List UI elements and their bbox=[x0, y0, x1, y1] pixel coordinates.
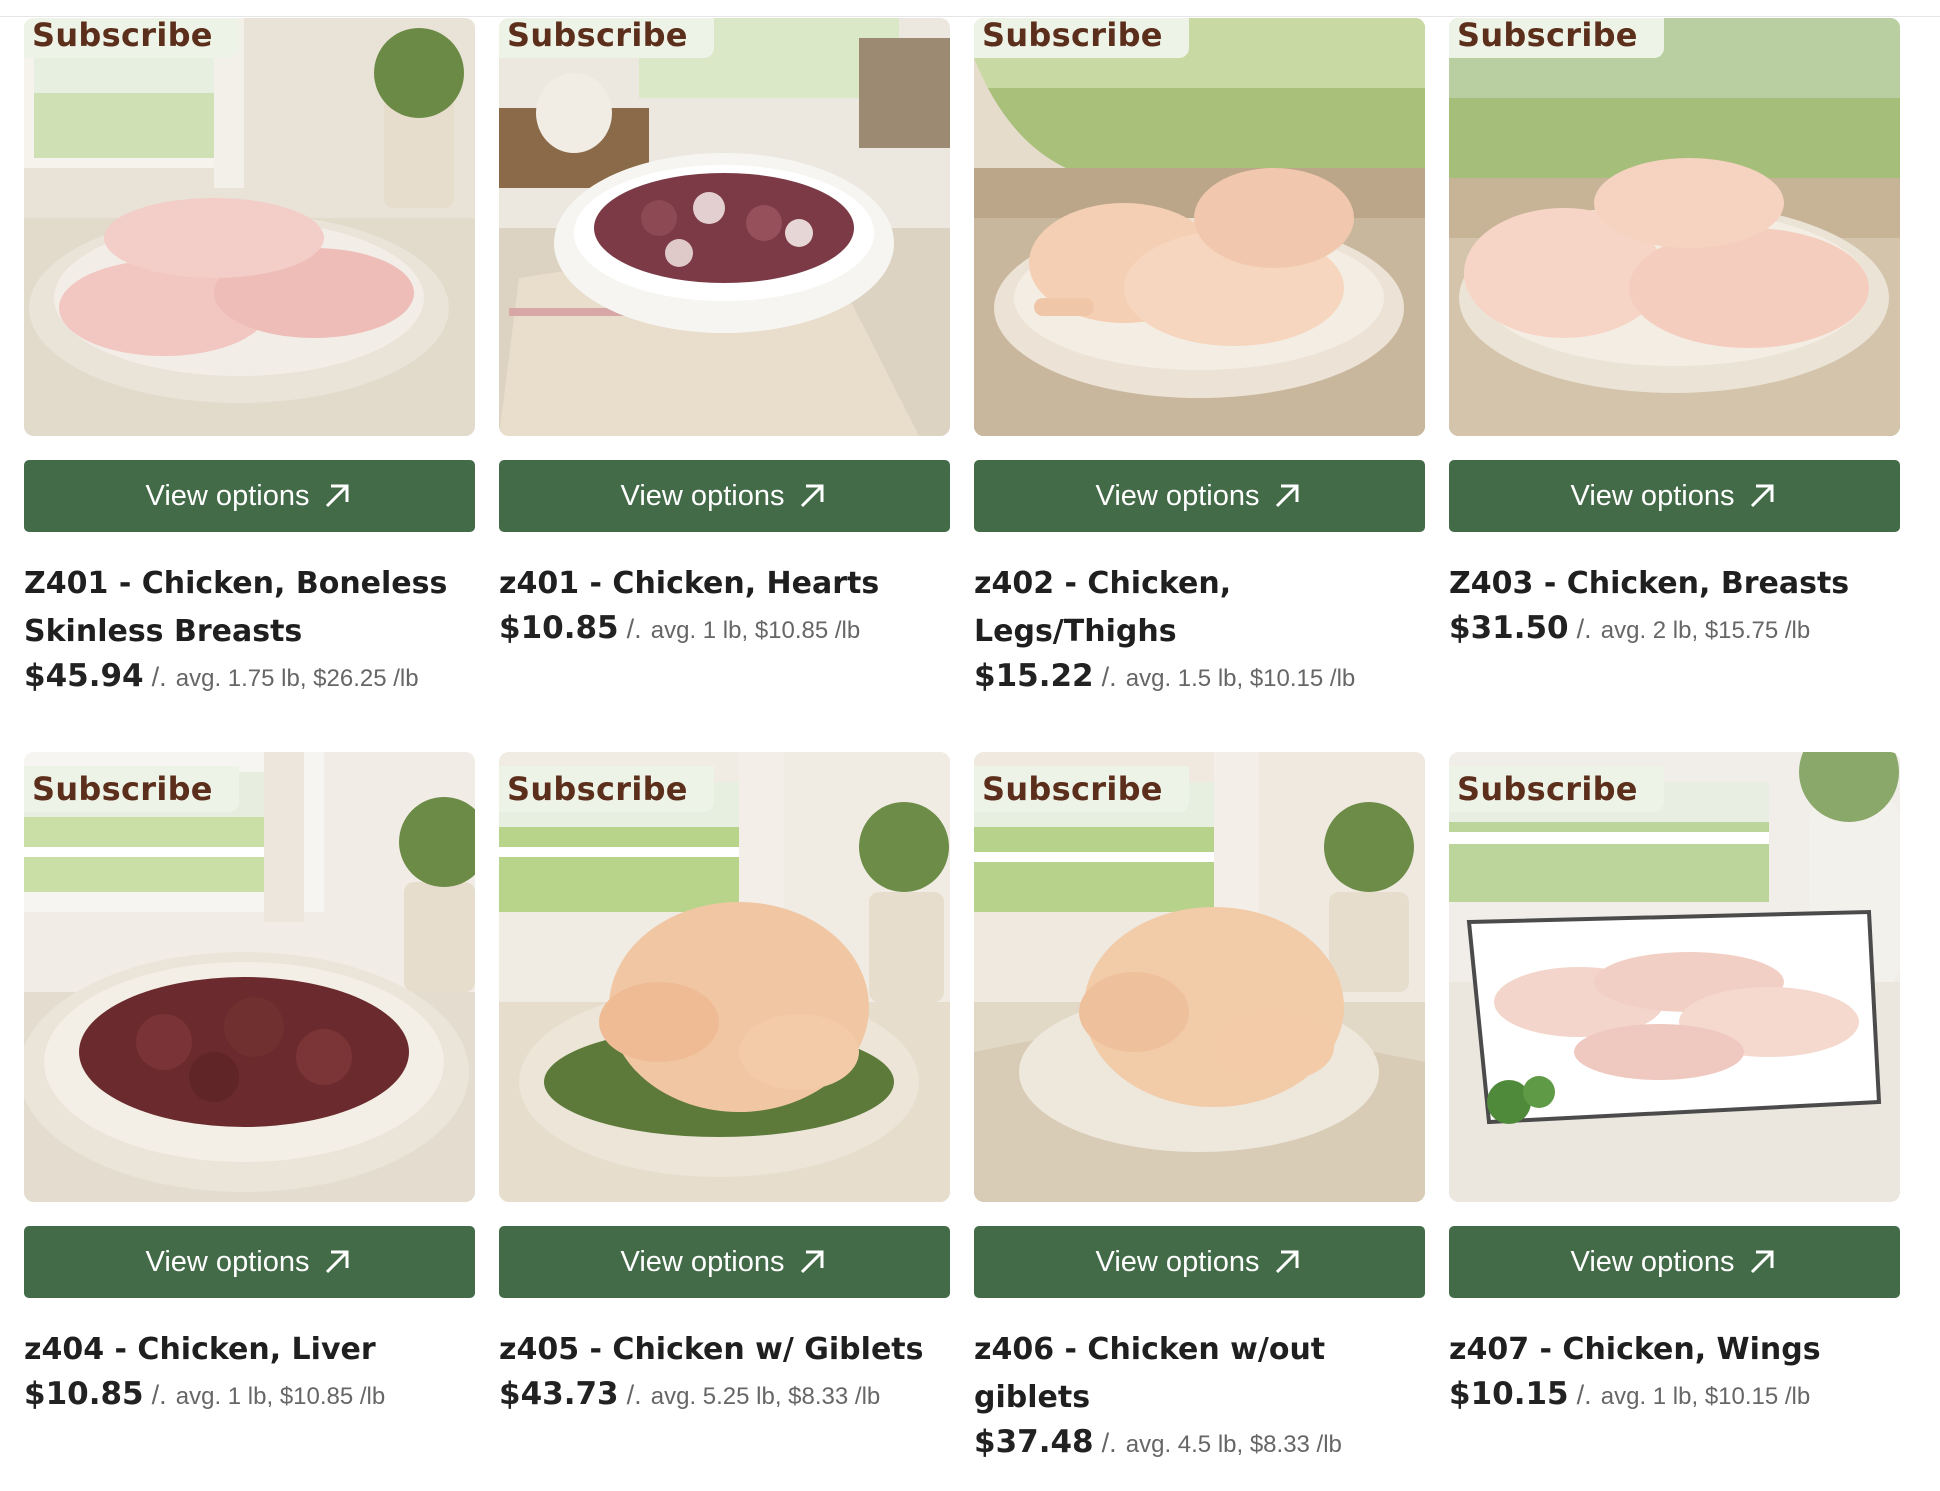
page-top-border bbox=[0, 16, 1940, 17]
product-title[interactable]: z407 - Chicken, Wings bbox=[1449, 1326, 1889, 1374]
arrow-up-right-icon bbox=[326, 1250, 349, 1274]
product-image[interactable]: Subscribe bbox=[974, 18, 1425, 436]
price-separator: /. bbox=[1576, 614, 1592, 644]
subscribe-badge[interactable]: Subscribe bbox=[974, 18, 1189, 58]
view-options-button[interactable]: View options bbox=[1449, 1226, 1900, 1298]
product-image[interactable]: Subscribe bbox=[1449, 18, 1900, 436]
whole-chicken-giblets-image bbox=[499, 752, 950, 1202]
view-options-label: View options bbox=[620, 1245, 785, 1278]
view-options-button[interactable]: View options bbox=[1449, 460, 1900, 532]
price-line: $10.85/. avg. 1 lb, $10.85 /lb bbox=[24, 1376, 475, 1412]
arrow-up-right-icon bbox=[326, 484, 349, 508]
price-separator: /. bbox=[151, 662, 167, 692]
product-image[interactable]: Subscribe bbox=[499, 752, 950, 1202]
view-options-label: View options bbox=[145, 1245, 310, 1278]
price-per-weight: avg. 5.25 lb, $8.33 /lb bbox=[650, 1383, 881, 1410]
product-card[interactable]: Subscribe View options z401 - Chicken, H… bbox=[499, 18, 950, 646]
price-separator: /. bbox=[1101, 1428, 1117, 1458]
arrow-up-right-icon bbox=[801, 1250, 824, 1274]
product-image[interactable]: Subscribe bbox=[1449, 752, 1900, 1202]
product-price: $45.94 bbox=[24, 658, 144, 694]
subscribe-badge[interactable]: Subscribe bbox=[1449, 18, 1664, 58]
subscribe-badge[interactable]: Subscribe bbox=[499, 766, 714, 812]
subscribe-badge[interactable]: Subscribe bbox=[499, 18, 714, 58]
subscribe-badge[interactable]: Subscribe bbox=[24, 766, 239, 812]
view-options-button[interactable]: View options bbox=[974, 460, 1425, 532]
view-options-label: View options bbox=[1095, 1245, 1260, 1278]
arrow-up-right-icon bbox=[1751, 484, 1774, 508]
price-per-weight: avg. 1.75 lb, $26.25 /lb bbox=[175, 665, 419, 692]
price-line: $37.48/. avg. 4.5 lb, $8.33 /lb bbox=[974, 1424, 1425, 1460]
product-card[interactable]: Subscribe View options z405 - Chicken w/… bbox=[499, 752, 950, 1412]
product-image[interactable]: Subscribe bbox=[24, 18, 475, 436]
arrow-up-right-icon bbox=[1276, 1250, 1299, 1274]
product-price: $15.22 bbox=[974, 658, 1094, 694]
view-options-button[interactable]: View options bbox=[974, 1226, 1425, 1298]
view-options-label: View options bbox=[620, 479, 785, 512]
price-separator: /. bbox=[626, 614, 642, 644]
price-line: $10.15/. avg. 1 lb, $10.15 /lb bbox=[1449, 1376, 1900, 1412]
chicken-legs-thighs-image bbox=[974, 18, 1425, 436]
product-price: $10.15 bbox=[1449, 1376, 1569, 1412]
product-image[interactable]: Subscribe bbox=[24, 752, 475, 1202]
product-card[interactable]: Subscribe View options Z401 - Chicken, B… bbox=[24, 18, 475, 694]
subscribe-badge[interactable]: Subscribe bbox=[974, 766, 1189, 812]
price-per-weight: avg. 2 lb, $15.75 /lb bbox=[1600, 617, 1811, 644]
chicken-hearts-image bbox=[499, 18, 950, 436]
chicken-breasts-bone-in-image bbox=[1449, 18, 1900, 436]
product-card[interactable]: Subscribe View options z404 - Chicken, L… bbox=[24, 752, 475, 1412]
price-line: $10.85/. avg. 1 lb, $10.85 /lb bbox=[499, 610, 950, 646]
view-options-button[interactable]: View options bbox=[499, 1226, 950, 1298]
price-separator: /. bbox=[1576, 1380, 1592, 1410]
arrow-up-right-icon bbox=[1751, 1250, 1774, 1274]
product-price: $43.73 bbox=[499, 1376, 619, 1412]
view-options-label: View options bbox=[1095, 479, 1260, 512]
product-price: $37.48 bbox=[974, 1424, 1094, 1460]
whole-chicken-image bbox=[974, 752, 1425, 1202]
product-title[interactable]: z401 - Chicken, Hearts bbox=[499, 560, 939, 608]
price-per-weight: avg. 1 lb, $10.85 /lb bbox=[175, 1383, 386, 1410]
arrow-up-right-icon bbox=[1276, 484, 1299, 508]
price-per-weight: avg. 1.5 lb, $10.15 /lb bbox=[1125, 665, 1356, 692]
product-card[interactable]: Subscribe View options Z403 - Chicken, B… bbox=[1449, 18, 1900, 646]
price-line: $15.22/. avg. 1.5 lb, $10.15 /lb bbox=[974, 658, 1425, 694]
product-title[interactable]: z406 - Chicken w/out giblets bbox=[974, 1326, 1414, 1422]
view-options-label: View options bbox=[1570, 479, 1735, 512]
price-per-weight: avg. 1 lb, $10.85 /lb bbox=[650, 617, 861, 644]
price-line: $45.94/. avg. 1.75 lb, $26.25 /lb bbox=[24, 658, 475, 694]
subscribe-badge[interactable]: Subscribe bbox=[24, 18, 239, 58]
price-per-weight: avg. 1 lb, $10.15 /lb bbox=[1600, 1383, 1811, 1410]
price-separator: /. bbox=[1101, 662, 1117, 692]
price-per-weight: avg. 4.5 lb, $8.33 /lb bbox=[1125, 1431, 1342, 1458]
product-image[interactable]: Subscribe bbox=[974, 752, 1425, 1202]
product-price: $31.50 bbox=[1449, 610, 1569, 646]
product-image[interactable]: Subscribe bbox=[499, 18, 950, 436]
price-line: $43.73/. avg. 5.25 lb, $8.33 /lb bbox=[499, 1376, 950, 1412]
price-line: $31.50/. avg. 2 lb, $15.75 /lb bbox=[1449, 610, 1900, 646]
chicken-breasts-image bbox=[24, 18, 475, 436]
view-options-button[interactable]: View options bbox=[499, 460, 950, 532]
price-separator: /. bbox=[151, 1380, 167, 1410]
chicken-liver-image bbox=[24, 752, 475, 1202]
product-title[interactable]: z404 - Chicken, Liver bbox=[24, 1326, 464, 1374]
product-card[interactable]: Subscribe View options z406 - Chicken w/… bbox=[974, 752, 1425, 1460]
view-options-label: View options bbox=[145, 479, 310, 512]
subscribe-badge[interactable]: Subscribe bbox=[1449, 766, 1664, 812]
product-price: $10.85 bbox=[499, 610, 619, 646]
arrow-up-right-icon bbox=[801, 484, 824, 508]
view-options-label: View options bbox=[1570, 1245, 1735, 1278]
product-card[interactable]: Subscribe View options z402 - Chicken, L… bbox=[974, 18, 1425, 694]
view-options-button[interactable]: View options bbox=[24, 1226, 475, 1298]
product-title[interactable]: z405 - Chicken w/ Giblets bbox=[499, 1326, 939, 1374]
price-separator: /. bbox=[626, 1380, 642, 1410]
chicken-wings-image bbox=[1449, 752, 1900, 1202]
product-card[interactable]: Subscribe View options z407 - Chicken, W… bbox=[1449, 752, 1900, 1412]
product-title[interactable]: Z403 - Chicken, Breasts bbox=[1449, 560, 1889, 608]
product-title[interactable]: Z401 - Chicken, Boneless Skinless Breast… bbox=[24, 560, 464, 656]
view-options-button[interactable]: View options bbox=[24, 460, 475, 532]
product-title[interactable]: z402 - Chicken, Legs/Thighs bbox=[974, 560, 1414, 656]
product-price: $10.85 bbox=[24, 1376, 144, 1412]
